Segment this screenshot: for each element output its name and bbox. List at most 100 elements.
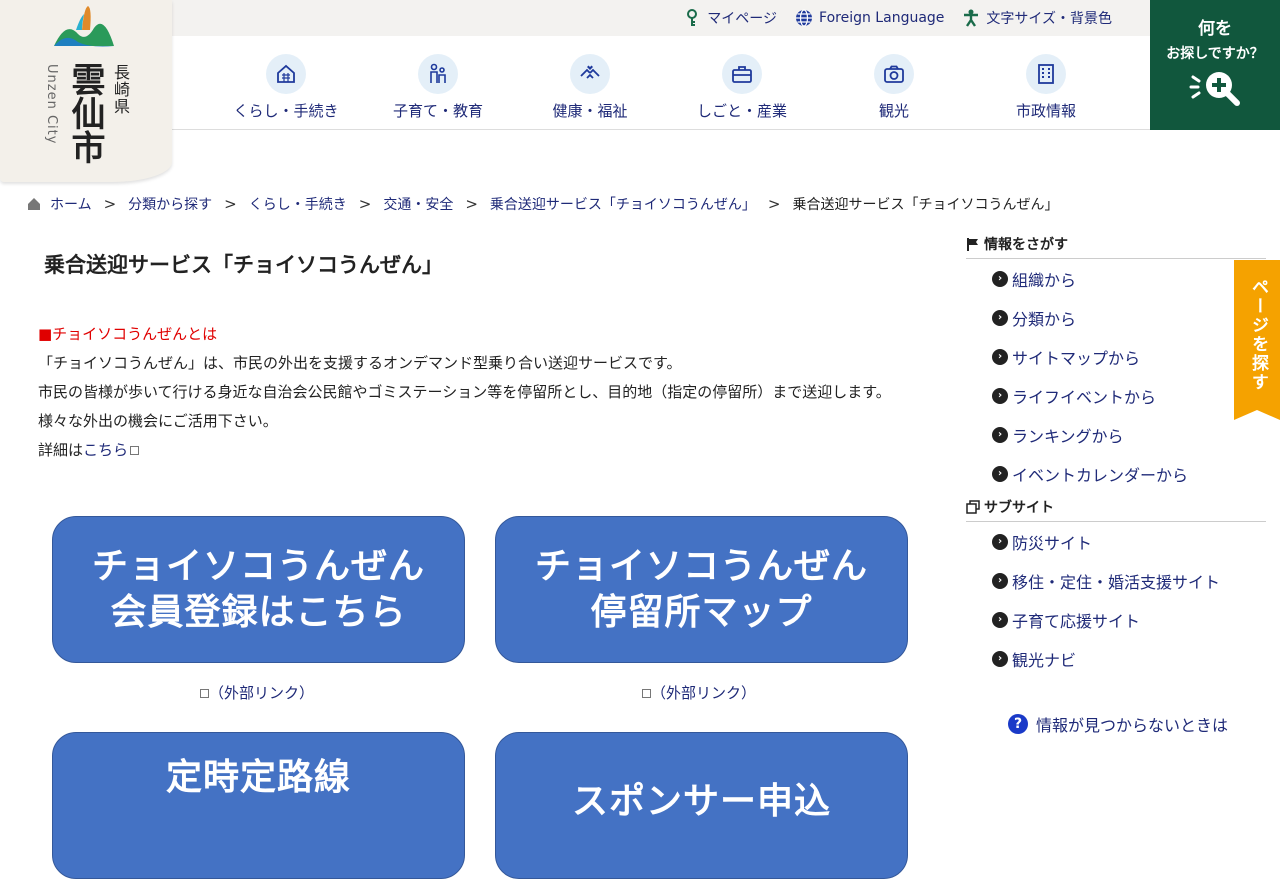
foreign-language-label: Foreign Language: [819, 10, 945, 26]
chevron-right-icon: ›: [992, 533, 1008, 550]
chevron-right-icon: ›: [992, 611, 1008, 628]
find-info-heading: 情報をさがす: [966, 230, 1266, 259]
sidebar-link-label: 移住・定住・婚活支援サイト: [1012, 572, 1221, 592]
sidebar-link-category[interactable]: › 分類から: [992, 298, 1266, 337]
font-size-label: 文字サイズ・背景色: [986, 11, 1112, 27]
paragraph: 市民の皆様が歩いて行ける身近な自治会公民館やゴミステーション等を停留所とし、目的…: [38, 383, 891, 401]
nav-label: 観光: [878, 102, 909, 120]
sidebar-link-label: 子育て応援サイト: [1012, 611, 1141, 631]
breadcrumb-separator: >: [358, 195, 372, 213]
site-logo[interactable]: Unzen City 雲仙市 長崎県: [0, 0, 172, 182]
page-search-tab[interactable]: ページを探す: [1234, 260, 1280, 420]
breadcrumb-link[interactable]: ホーム: [50, 194, 92, 214]
detail-prefix: 詳細は: [38, 441, 84, 459]
logo-english: Unzen City: [44, 64, 59, 145]
foreign-language-link[interactable]: Foreign Language: [795, 8, 944, 28]
external-link-label: （外部リンク）: [209, 684, 315, 702]
sidebar-link-label: サイトマップから: [1012, 348, 1141, 368]
external-link-icon: [130, 446, 140, 455]
external-link[interactable]: （外部リンク）: [198, 682, 314, 703]
member-registration-banner[interactable]: チョイソコうんぜん 会員登録はこちら: [52, 516, 465, 663]
breadcrumb-separator: >: [465, 195, 478, 213]
subsite-list: › 防災サイト › 移住・定住・婚活支援サイト › 子育て応援サイト › 観光ナビ: [966, 522, 1266, 678]
question-icon: ?: [1008, 714, 1028, 734]
chevron-right-icon: ›: [992, 270, 1008, 287]
chevron-right-icon: ›: [992, 426, 1008, 443]
external-link-icon: [642, 689, 651, 698]
external-link-icon: [200, 689, 209, 698]
fixed-route-banner[interactable]: 定時定路線: [52, 732, 465, 879]
banner-line: 停留所マップ: [590, 591, 813, 633]
chevron-right-icon: ›: [992, 650, 1008, 667]
sidebar-link-label: 組織から: [1012, 270, 1077, 290]
sidebar-link-sitemap[interactable]: › サイトマップから: [992, 337, 1266, 376]
banner-line: チョイソコうんぜん: [91, 545, 425, 587]
subsite-heading: サブサイト: [966, 493, 1266, 522]
sponsor-banner[interactable]: スポンサー申込: [495, 732, 908, 879]
breadcrumb-link[interactable]: くらし・手続き: [249, 194, 347, 214]
accessibility-icon: [964, 9, 979, 27]
nav-item-work[interactable]: しごと・産業: [666, 36, 818, 129]
city-emblem-icon: [54, 6, 114, 47]
home-icon: [28, 198, 40, 210]
nav-item-health[interactable]: 健康・福祉: [514, 36, 666, 129]
find-info-heading-label: 情報をさがす: [984, 237, 1068, 253]
sidebar-link-childcare-support[interactable]: › 子育て応援サイト: [992, 600, 1266, 639]
banner-line: 会員登録はこちら: [110, 591, 407, 633]
chevron-right-icon: ›: [992, 387, 1008, 404]
breadcrumb-separator: >: [103, 195, 117, 213]
nav-item-childcare[interactable]: 子育て・教育: [362, 36, 514, 129]
sidebar-link-organization[interactable]: › 組織から: [992, 259, 1266, 298]
detail-line: 詳細はこちら: [38, 436, 928, 465]
chevron-right-icon: ›: [992, 348, 1008, 365]
logo-prefecture: 長崎県: [111, 64, 130, 115]
subsite-heading-label: サブサイト: [984, 500, 1054, 516]
breadcrumb-link[interactable]: 乗合送迎サービス「チョイソコうんぜん」: [490, 194, 756, 214]
sidebar-link-event-calendar[interactable]: › イベントカレンダーから: [992, 454, 1266, 493]
camera-icon: [874, 54, 914, 94]
page-title: 乗合送迎サービス「チョイソコうんぜん」: [44, 253, 443, 277]
breadcrumb-link[interactable]: 交通・安全: [383, 194, 453, 214]
sidebar-link-disaster[interactable]: › 防災サイト: [992, 522, 1266, 561]
sidebar-link-label: 観光ナビ: [1012, 650, 1077, 670]
not-found-label: 情報が見つからないときは: [1036, 716, 1229, 735]
page-search-tab-label: ページを探す: [1248, 278, 1268, 392]
search-title: 何を: [1198, 19, 1232, 39]
site-search-button[interactable]: 何を お探しですか？: [1150, 0, 1280, 130]
section-heading: ■チョイソコうんぜんとは: [38, 325, 218, 343]
windows-icon: [966, 500, 980, 514]
sidebar-link-tourism-navi[interactable]: › 観光ナビ: [992, 639, 1266, 678]
breadcrumb-link[interactable]: 分類から探す: [128, 194, 212, 214]
sidebar-link-label: ランキングから: [1012, 426, 1124, 446]
paragraph: 「チョイソコうんぜん」は、市民の外出を支援するオンデマンド型乗り合い送迎サービス…: [38, 354, 682, 372]
utility-links: マイページ Foreign Language 文字サイズ・背景色: [683, 8, 1112, 28]
nav-label: 子育て・教育: [392, 102, 483, 120]
mypage-link[interactable]: マイページ: [683, 8, 777, 28]
detail-link[interactable]: こちら: [83, 441, 128, 459]
hands-icon: [570, 54, 610, 94]
flag-icon: [967, 238, 978, 251]
sidebar-link-label: 防災サイト: [1012, 533, 1093, 553]
mypage-label: マイページ: [707, 11, 778, 27]
nav-item-city-info[interactable]: 市政情報: [970, 36, 1122, 129]
external-link[interactable]: （外部リンク）: [640, 682, 756, 703]
building-icon: [1026, 54, 1066, 94]
nav-label: しごと・産業: [696, 102, 787, 120]
not-found-link[interactable]: ? 情報が見つからないときは: [1008, 712, 1228, 736]
nav-item-living[interactable]: くらし・手続き: [210, 36, 362, 129]
breadcrumb-current: 乗合送迎サービス「チョイソコうんぜん」: [792, 197, 1059, 213]
stop-map-banner[interactable]: チョイソコうんぜん 停留所マップ: [495, 516, 908, 663]
nav-label: 市政情報: [1015, 102, 1076, 120]
house-icon: [266, 54, 306, 94]
find-info-list: › 組織から › 分類から › サイトマップから › ライフイベントから › ランキングか…: [966, 259, 1266, 493]
nav-item-tourism[interactable]: 観光: [818, 36, 970, 129]
sidebar-link-ranking[interactable]: › ランキングから: [992, 415, 1266, 454]
chevron-right-icon: ›: [992, 309, 1008, 326]
sidebar: 情報をさがす › 組織から › 分類から › サイトマップから › ライフイベントから …: [966, 230, 1266, 678]
sidebar-link-migration[interactable]: › 移住・定住・婚活支援サイト: [992, 561, 1266, 600]
article-body: ■チョイソコうんぜんとは 「チョイソコうんぜん」は、市民の外出を支援するオンデマ…: [38, 320, 928, 465]
sidebar-link-life-event[interactable]: › ライフイベントから: [992, 376, 1266, 415]
paragraph: 様々な外出の機会にご活用下さい。: [38, 412, 278, 430]
font-size-link[interactable]: 文字サイズ・背景色: [962, 8, 1112, 28]
breadcrumb: ホーム > 分類から探す > くらし・手続き > 交通・安全 > 乗合送迎サービ…: [26, 194, 1058, 214]
